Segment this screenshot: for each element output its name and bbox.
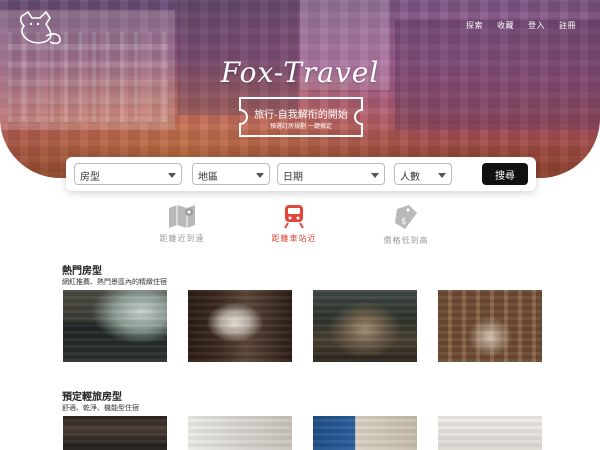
room-card-image[interactable] bbox=[188, 416, 292, 450]
nav-login-link[interactable]: 登入 bbox=[528, 20, 545, 31]
date-value: 日期 bbox=[283, 172, 303, 183]
section-subtitle-hot: 網紅推薦、熱門景區內的精緻住宿 bbox=[62, 278, 167, 286]
train-icon bbox=[284, 205, 304, 229]
top-nav: 探索 收藏 登入 註冊 bbox=[466, 20, 576, 31]
room-card-image[interactable] bbox=[313, 416, 417, 450]
room-type-select[interactable]: 房型 bbox=[74, 163, 182, 185]
ticket-banner: 旅行-自我解衔的開始 預選訂房規劃 一鍵搞定 bbox=[236, 96, 366, 138]
section-title-hot: 熱門房型 bbox=[62, 266, 102, 277]
svg-text:$: $ bbox=[401, 217, 407, 227]
nav-favorites-link[interactable]: 收藏 bbox=[497, 20, 514, 31]
ticket-title: 旅行-自我解衔的開始 bbox=[254, 110, 348, 121]
room-card-image[interactable] bbox=[63, 290, 167, 362]
sort-tab-distance[interactable]: 距離近到遠 bbox=[142, 203, 222, 244]
section-title-budget: 預定輕旅房型 bbox=[62, 392, 122, 403]
chevron-down-icon bbox=[438, 173, 446, 178]
room-card-image[interactable] bbox=[313, 290, 417, 362]
sort-tab-station[interactable]: 距離車站近 bbox=[254, 203, 334, 244]
room-card-image[interactable] bbox=[188, 290, 292, 362]
nav-explore-link[interactable]: 探索 bbox=[466, 20, 483, 31]
date-select[interactable]: 日期 bbox=[277, 163, 385, 185]
chevron-down-icon bbox=[256, 173, 264, 178]
region-select[interactable]: 地區 bbox=[192, 163, 270, 185]
people-value: 人數 bbox=[400, 172, 420, 183]
people-select[interactable]: 人數 bbox=[394, 163, 452, 185]
search-bar: 房型 地區 日期 人數 搜尋 bbox=[66, 157, 536, 191]
sort-tab-price[interactable]: $ 價格低到高 bbox=[366, 203, 446, 246]
sort-tab-label: 距離近到遠 bbox=[159, 234, 205, 243]
brand-title: Fox-Travel bbox=[220, 56, 380, 89]
room-card-image[interactable] bbox=[63, 416, 167, 450]
region-value: 地區 bbox=[198, 172, 218, 183]
room-card-image[interactable] bbox=[438, 416, 542, 450]
sort-tab-label: 價格低到高 bbox=[383, 236, 429, 245]
section-subtitle-budget: 舒適、乾淨、機能型住宿 bbox=[62, 404, 139, 412]
room-card-image[interactable] bbox=[438, 290, 542, 362]
fox-logo-icon[interactable] bbox=[16, 10, 64, 46]
search-button[interactable]: 搜尋 bbox=[482, 163, 528, 185]
map-icon bbox=[169, 205, 195, 228]
nav-register-link[interactable]: 註冊 bbox=[559, 20, 576, 31]
chevron-down-icon bbox=[371, 173, 379, 178]
ticket-subtitle: 預選訂房規劃 一鍵搞定 bbox=[270, 123, 332, 130]
sort-tab-label: 距離車站近 bbox=[271, 234, 317, 243]
price-tag-icon: $ bbox=[395, 205, 417, 229]
room-type-value: 房型 bbox=[80, 172, 100, 183]
chevron-down-icon bbox=[168, 173, 176, 178]
